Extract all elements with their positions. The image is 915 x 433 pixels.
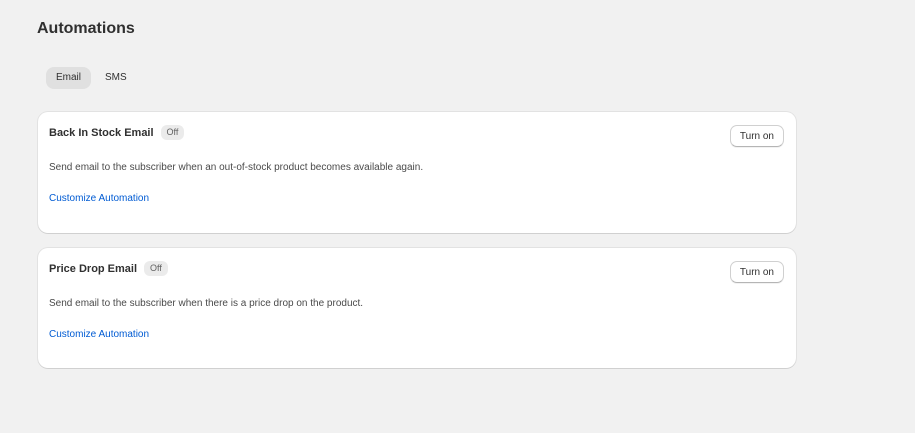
tab-sms[interactable]: SMS: [95, 67, 137, 89]
turn-on-button[interactable]: Turn on: [729, 125, 784, 147]
channel-tabs: Email SMS: [46, 67, 137, 89]
card-header: Back In Stock Email Off: [49, 125, 185, 140]
customize-automation-link[interactable]: Customize Automation: [49, 329, 149, 340]
automation-description: Send email to the subscriber when an out…: [49, 162, 424, 173]
automation-title: Back In Stock Email: [49, 126, 154, 139]
status-badge: Off: [144, 261, 168, 276]
page-title: Automations: [37, 20, 135, 37]
automation-title: Price Drop Email: [49, 262, 138, 275]
automation-card-back-in-stock: Back In Stock Email Off Turn on Send ema…: [38, 112, 796, 233]
automation-description: Send email to the subscriber when there …: [49, 298, 364, 309]
card-header: Price Drop Email Off: [49, 261, 168, 276]
turn-on-button[interactable]: Turn on: [729, 261, 784, 283]
customize-automation-link[interactable]: Customize Automation: [49, 193, 149, 204]
automations-page: Automations Email SMS Back In Stock Emai…: [0, 0, 915, 433]
tab-email[interactable]: Email: [46, 67, 92, 89]
automation-card-price-drop: Price Drop Email Off Turn on Send email …: [38, 248, 796, 368]
status-badge: Off: [160, 125, 185, 140]
